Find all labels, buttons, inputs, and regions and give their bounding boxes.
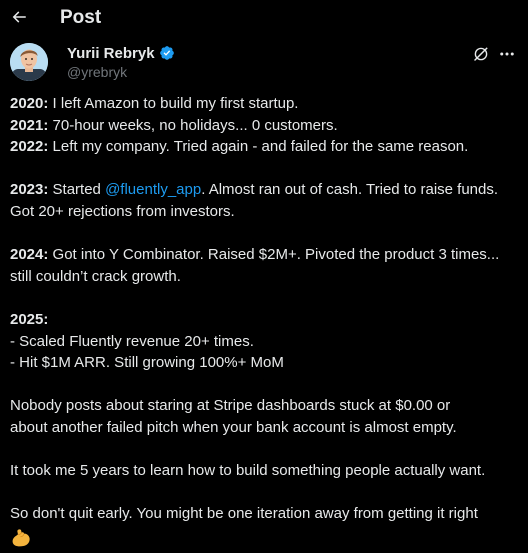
year-label: 2022:: [10, 138, 49, 156]
post-line: It took me 5 years to learn how to build…: [10, 462, 486, 480]
post-line: 2020: I left Amazon to build my first st…: [10, 95, 299, 112]
post-line: - Hit $1M ARR. Still growing 100%+ MoM: [10, 354, 284, 372]
post-line: - Scaled Fluently revenue 20+ times.: [10, 332, 254, 350]
avatar[interactable]: [10, 43, 48, 81]
year-label: 2025:: [10, 310, 49, 328]
post-line: about another failed pitch when your ban…: [10, 418, 457, 436]
post-line: Got 20+ rejections from investors.: [10, 202, 235, 220]
year-label: 2021:: [10, 116, 49, 134]
post-line: So don't quit early. You might be one it…: [10, 505, 478, 523]
post-line: 2024: Got into Y Combinator. Raised $2M+…: [10, 246, 500, 264]
more-horizontal-icon: [500, 52, 514, 56]
author-display-name[interactable]: Yurii Rebryk: [67, 45, 155, 62]
author-handle[interactable]: @yrebryk: [67, 64, 175, 80]
post-line: 2022: Left my company. Tried again - and…: [10, 138, 469, 156]
post-line: 2021: 70-hour weeks, no holidays... 0 cu…: [10, 116, 338, 134]
year-label: 2023:: [10, 181, 49, 199]
post-line: 2023: Started @fluently_app. Almost ran …: [10, 181, 499, 199]
grok-icon[interactable]: [472, 45, 490, 63]
post-line: still couldn’t crack growth.: [10, 267, 181, 285]
post-author: Yurii Rebryk @yrebryk: [10, 43, 518, 83]
year-label: 2020:: [10, 95, 49, 112]
year-label: 2024:: [10, 246, 49, 264]
post-line: [10, 525, 524, 553]
arrow-left-icon: [12, 11, 26, 23]
avatar-image: [10, 43, 48, 81]
mention-link[interactable]: @fluently_app: [105, 181, 201, 198]
flexed-biceps-emoji: [12, 529, 30, 547]
verified-badge-icon[interactable]: [159, 45, 175, 61]
post-line: 2025:: [10, 309, 524, 331]
post-line: Nobody posts about staring at Stripe das…: [10, 397, 451, 415]
post-text: 2020: I left Amazon to build my first st…: [10, 93, 524, 553]
more-options-button[interactable]: [498, 45, 516, 63]
author-names: Yurii Rebryk @yrebryk: [67, 43, 175, 80]
page-title: Post: [60, 7, 102, 28]
back-button[interactable]: [8, 4, 30, 30]
top-bar: Post: [0, 0, 528, 38]
